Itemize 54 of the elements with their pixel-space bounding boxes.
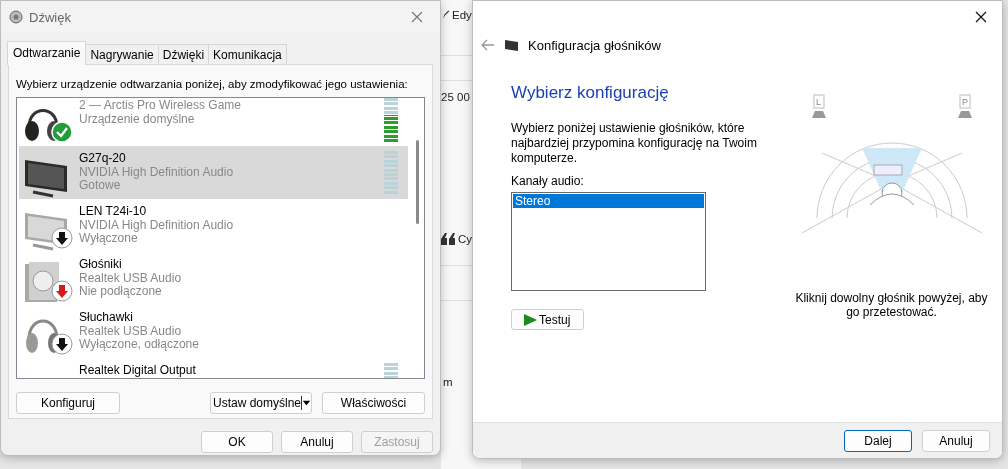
- dialog-button[interactable]: OK: [201, 431, 273, 453]
- device-name: Słuchawki: [79, 311, 134, 325]
- page-heading: Wybierz konfigurację: [511, 83, 669, 103]
- speaker-app-icon: [9, 10, 23, 24]
- device-status: Gotowe: [79, 179, 121, 193]
- description-text: Wybierz poniżej ustawienie głośników, które najbardziej przypomina konfigurację na Twoim komputerze.: [511, 121, 758, 166]
- background-text: 25 00: [441, 90, 470, 104]
- back-button[interactable]: [481, 39, 495, 51]
- device-item[interactable]: Realtek Digital Output: [19, 358, 408, 378]
- test-button[interactable]: Testuj: [511, 309, 584, 330]
- caret-icon: [302, 399, 311, 407]
- dialog-button[interactable]: Anuluj: [281, 431, 353, 453]
- window-title: Dźwięk: [29, 9, 72, 25]
- device-name: Głośniki: [79, 258, 122, 272]
- back-arrow-icon: [481, 39, 495, 51]
- device-name: Realtek Digital Output: [79, 364, 196, 378]
- channel-option[interactable]: Stereo: [513, 194, 704, 208]
- play-icon: [524, 313, 537, 326]
- quote-icon: [441, 233, 455, 245]
- device-name: 2 — Arctis Pro Wireless Game: [79, 99, 242, 113]
- device-name: G27q-20: [79, 152, 126, 166]
- device-item[interactable]: 2 — Arctis Pro Wireless Game Urządzenie domyślne: [19, 98, 408, 146]
- device-driver: Urządzenie domyślne: [79, 112, 195, 126]
- configure-button[interactable]: Konfiguruj: [16, 392, 120, 414]
- tab[interactable]: Odtwarzanie: [7, 41, 87, 65]
- close-icon: [975, 11, 987, 23]
- device-driver: Realtek USB Audio: [79, 324, 182, 338]
- hint-text: Kliknij dowolny głośnik powyżej, aby go przetestować.: [794, 291, 989, 319]
- speaker-label: L: [815, 97, 821, 107]
- device-item[interactable]: Głośniki Realtek USB Audio Nie podłączone: [19, 252, 408, 305]
- channels-label: Kanały audio:: [511, 174, 584, 188]
- speaker-box-icon: [505, 39, 518, 51]
- close-icon: [411, 11, 423, 23]
- background-text: Edy: [452, 8, 472, 22]
- device-name: LEN T24i-10: [79, 205, 147, 219]
- tab[interactable]: Dźwięki: [157, 44, 210, 64]
- window-title: Konfiguracja głośników: [528, 37, 661, 53]
- device-status: Nie podłączone: [79, 285, 162, 299]
- background-text: m: [443, 375, 453, 389]
- tab[interactable]: Nagrywanie: [85, 44, 159, 64]
- device-driver: NVIDIA High Definition Audio: [79, 218, 234, 232]
- device-driver: NVIDIA High Definition Audio: [79, 165, 234, 179]
- set-default-button[interactable]: Ustaw domyślne: [210, 392, 312, 414]
- device-status: Wyłączone: [79, 232, 138, 246]
- device-driver: Realtek USB Audio: [79, 271, 182, 285]
- instruction-text: Wybierz urządzenie odtwarzania poniżej, aby zmodyfikować jego ustawienia:: [16, 77, 408, 91]
- wizard-button[interactable]: Anuluj: [922, 429, 990, 452]
- speaker-label: P: [961, 97, 968, 107]
- device-item[interactable]: G27q-20 NVIDIA High Definition Audio Gotowe: [19, 146, 408, 199]
- tab[interactable]: Komunikacja: [208, 44, 287, 64]
- device-status: Wyłączone, odłączone: [79, 338, 199, 352]
- background-text: Cy: [458, 232, 473, 246]
- wizard-button[interactable]: Dalej: [844, 429, 912, 452]
- properties-button[interactable]: Właściwości: [322, 392, 425, 414]
